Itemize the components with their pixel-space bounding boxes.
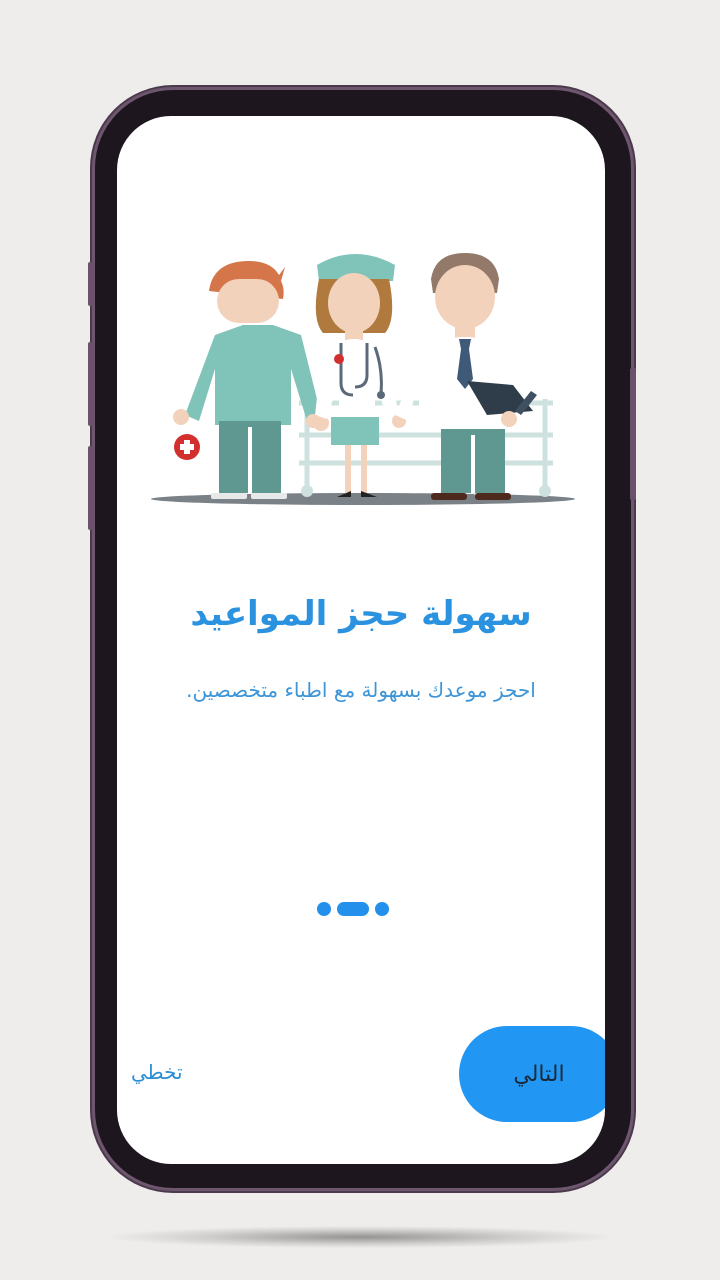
next-button[interactable]: التالي — [459, 1026, 605, 1122]
doctors-illustration — [151, 253, 575, 505]
onboarding-subtitle: .احجز موعدك بسهولة مع اطباء متخصصين — [186, 678, 536, 702]
app-screen: سهولة حجز المواعيد .احجز موعدك بسهولة مع… — [117, 116, 605, 1164]
phone-side-button — [630, 368, 636, 500]
phone-side-button — [88, 342, 94, 426]
page-indicator — [317, 902, 389, 916]
page-dot-active[interactable] — [337, 902, 369, 916]
page-dot[interactable] — [317, 902, 331, 916]
skip-button[interactable]: تخطي — [131, 1060, 183, 1084]
phone-side-button — [88, 446, 94, 530]
onboarding-title: سهولة حجز المواعيد — [190, 594, 532, 634]
phone-side-button — [88, 262, 94, 306]
page-dot[interactable] — [375, 902, 389, 916]
phone-shadow — [110, 1226, 610, 1248]
medical-cross-icon — [174, 434, 200, 460]
